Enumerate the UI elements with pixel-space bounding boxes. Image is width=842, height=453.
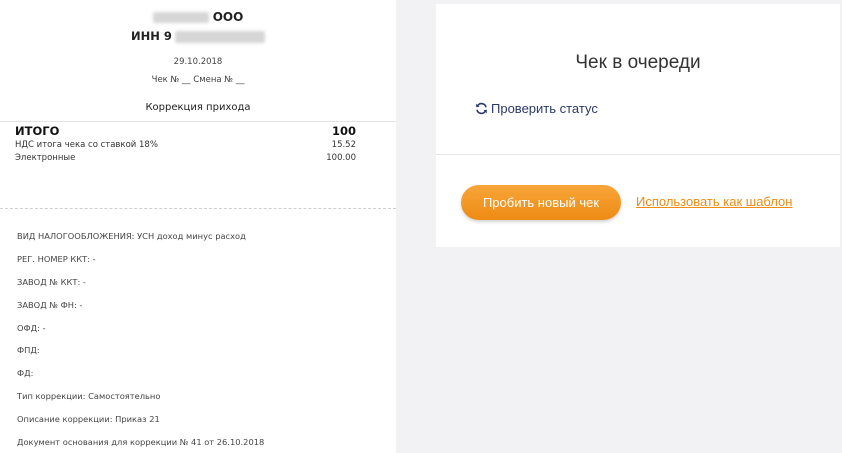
receipt-shift-line: Чек № __ Смена № __ (151, 75, 245, 85)
receipt-header: ООО ИНН 9 29.10.2018 Чек № __ Смена № __… (0, 0, 396, 122)
redacted-org-name (152, 12, 209, 23)
detail-line: ФПД: (17, 345, 40, 356)
detail-line: ФД: (17, 368, 34, 379)
detail-line: ВИД НАЛОГООБЛОЖЕНИЯ: УСН доход минус рас… (17, 231, 246, 241)
receipt-details: ВИД НАЛОГООБЛОЖЕНИЯ: УСН доход минус рас… (17, 231, 264, 453)
electronic-row: Электронные 100.00 (15, 153, 356, 166)
correction-type: Коррекция прихода (145, 102, 251, 113)
detail-line: РЕГ. НОМЕР ККТ: - (17, 253, 96, 264)
detail-line: ЗАВОД № ФН: - (17, 299, 83, 310)
vat-value: 15.52 (331, 140, 356, 150)
detail-line: Тип коррекции: Самостоятельно (17, 391, 161, 402)
organization-name: ООО (0, 10, 396, 24)
total-label: ИТОГО (15, 124, 60, 138)
refresh-icon (475, 102, 488, 115)
card-divider (436, 154, 840, 155)
detail-line: ЗАВОД № ККТ: - (17, 276, 86, 287)
receipt-date: 29.10.2018 (173, 57, 223, 67)
use-as-template-link[interactable]: Использовать как шаблон (636, 194, 792, 209)
new-receipt-button[interactable]: Пробить новый чек (461, 185, 621, 220)
detail-line: Документ основания для коррекции № 41 от… (17, 437, 265, 448)
total-row: ИТОГО 100 (15, 124, 356, 140)
dashed-divider (0, 208, 396, 209)
check-status-label: Проверить статус (491, 101, 598, 116)
inn-line: ИНН 9 (0, 29, 396, 43)
electronic-value: 100.00 (326, 153, 356, 163)
receipt-totals: ИТОГО 100 НДС итога чека со ставкой 18% … (15, 124, 356, 166)
status-title: Чек в очереди (575, 52, 701, 73)
status-card: Чек в очереди Проверить статус Пробить н… (436, 4, 840, 247)
vat-label: НДС итога чека со ставкой 18% (15, 140, 158, 150)
redacted-inn (174, 30, 265, 43)
vat-row: НДС итога чека со ставкой 18% 15.52 (15, 140, 356, 153)
electronic-label: Электронные (15, 153, 76, 163)
check-status-link[interactable]: Проверить статус (475, 101, 598, 116)
inn-label: ИНН 9 (131, 29, 172, 43)
org-suffix: ООО (212, 10, 244, 24)
detail-line: ОФД: - (17, 322, 46, 333)
total-value: 100 (331, 124, 356, 138)
detail-line: Описание коррекции: Приказ 21 (17, 414, 160, 425)
receipt-preview: ООО ИНН 9 29.10.2018 Чек № __ Смена № __… (0, 0, 396, 453)
